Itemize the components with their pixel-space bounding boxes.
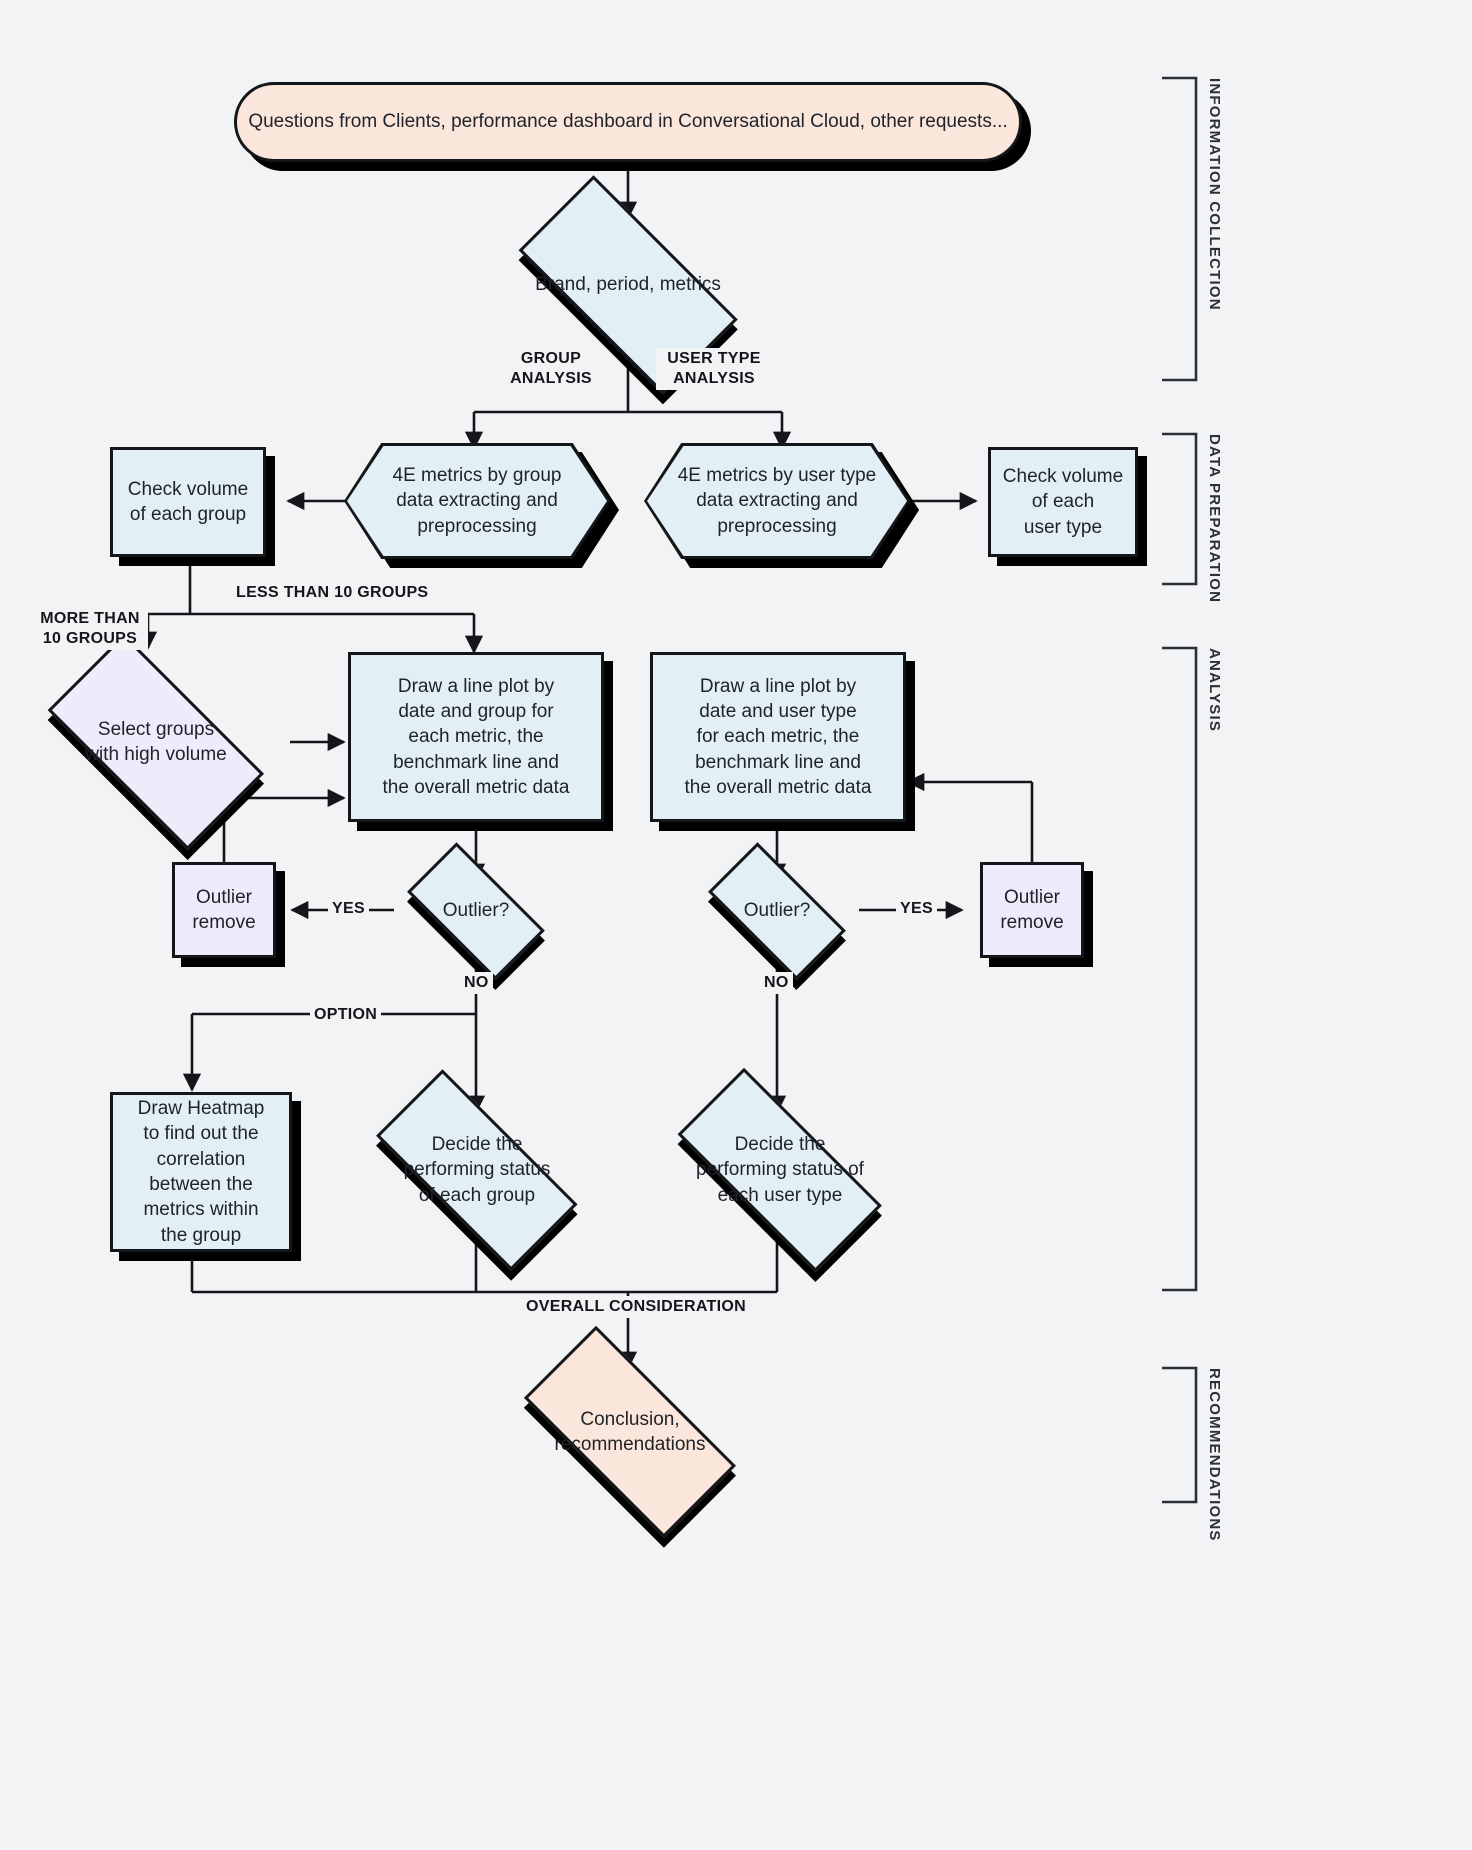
node-lineplot-group-label: Draw a line plot by date and group for e… [382, 675, 570, 798]
node-lineplot-group[interactable]: Draw a line plot by date and group for e… [348, 652, 604, 822]
edge-label-option: OPTION [310, 1004, 382, 1026]
bracket-information-collection [1162, 76, 1198, 382]
node-outlier-question-right[interactable]: Outlier? [693, 842, 861, 980]
node-outlier-remove-left-label: Outlier remove [192, 886, 256, 933]
node-decide-group-label: Decide the performing status of each gro… [403, 1134, 551, 1206]
phase-label-data-preparation: DATA PREPARATION [1206, 434, 1223, 603]
phase-label-analysis: ANALYSIS [1206, 648, 1223, 1290]
node-outlier-question-left[interactable]: Outlier? [392, 842, 560, 980]
flowchart-canvas: INFORMATION COLLECTION DATA PREPARATION … [0, 0, 1472, 1850]
node-select-groups[interactable]: Select groups with high volume [20, 633, 292, 851]
edge-label-less-than-10-groups: LESS THAN 10 GROUPS [232, 582, 433, 604]
node-extract-group[interactable]: 4E metrics by group data extracting and … [344, 443, 619, 568]
node-outlier-remove-left[interactable]: Outlier remove [172, 862, 276, 958]
edge-label-group-analysis: GROUP ANALYSIS [504, 348, 598, 390]
phase-text: DATA PREPARATION [1206, 434, 1223, 604]
bracket-recommendations [1162, 1366, 1198, 1504]
node-extract-usertype-label: 4E metrics by user type data extracting … [677, 465, 877, 537]
bracket-data-preparation [1162, 432, 1198, 586]
node-conclusion-label: Conclusion, recommendations [554, 1408, 706, 1455]
node-extract-usertype[interactable]: 4E metrics by user type data extracting … [644, 443, 919, 568]
node-decide-usertype-label: Decide the performing status of each use… [696, 1134, 864, 1206]
phase-label-recommendations: RECOMMENDATIONS [1206, 1368, 1223, 1542]
node-outlier-question-right-label: Outlier? [743, 900, 811, 922]
node-draw-heatmap-label: Draw Heatmap to find out the correlation… [137, 1098, 265, 1246]
edge-label-yes-left: YES [328, 898, 369, 920]
node-check-usertype-volume[interactable]: Check volume of each user type [988, 447, 1138, 557]
phase-text: ANALYSIS [1206, 648, 1223, 733]
node-start[interactable]: Questions from Clients, performance dash… [234, 82, 1022, 162]
node-draw-heatmap[interactable]: Draw Heatmap to find out the correlation… [110, 1092, 292, 1252]
edge-label-yes-right: YES [896, 898, 937, 920]
node-brand-period-metrics[interactable]: Brand, period, metrics [488, 175, 768, 395]
edge-label-user-type-analysis: USER TYPE ANALYSIS [656, 348, 772, 390]
node-select-groups-label: Select groups with high volume [85, 718, 227, 765]
node-start-label: Questions from Clients, performance dash… [248, 111, 1008, 133]
node-check-group-volume[interactable]: Check volume of each group [110, 447, 266, 557]
node-decide-group[interactable]: Decide the performing status of each gro… [346, 1069, 608, 1271]
phase-label-information-collection: INFORMATION COLLECTION [1206, 78, 1223, 380]
node-outlier-question-left-label: Outlier? [442, 900, 510, 922]
node-brand-label: Brand, period, metrics [535, 274, 721, 296]
node-lineplot-usertype[interactable]: Draw a line plot by date and user type f… [650, 652, 906, 822]
phase-text: INFORMATION COLLECTION [1206, 78, 1223, 311]
edge-label-more-than-10-groups: MORE THAN 10 GROUPS [32, 608, 148, 650]
edge-label-no-left: NO [460, 972, 493, 994]
phase-text: RECOMMENDATIONS [1206, 1368, 1223, 1542]
node-extract-group-label: 4E metrics by group data extracting and … [392, 465, 562, 537]
node-check-usertype-volume-label: Check volume of each user type [1002, 466, 1124, 538]
node-lineplot-usertype-label: Draw a line plot by date and user type f… [684, 675, 872, 798]
node-outlier-remove-right-label: Outlier remove [1000, 886, 1064, 933]
node-check-group-volume-label: Check volume of each group [127, 478, 249, 525]
node-decide-usertype[interactable]: Decide the performing status of each use… [646, 1067, 914, 1273]
edge-label-overall-consideration: OVERALL CONSIDERATION [522, 1296, 750, 1318]
edge-label-no-right: NO [760, 972, 793, 994]
node-outlier-remove-right[interactable]: Outlier remove [980, 862, 1084, 958]
bracket-analysis [1162, 646, 1198, 1292]
node-conclusion[interactable]: Conclusion, recommendations [494, 1325, 766, 1539]
